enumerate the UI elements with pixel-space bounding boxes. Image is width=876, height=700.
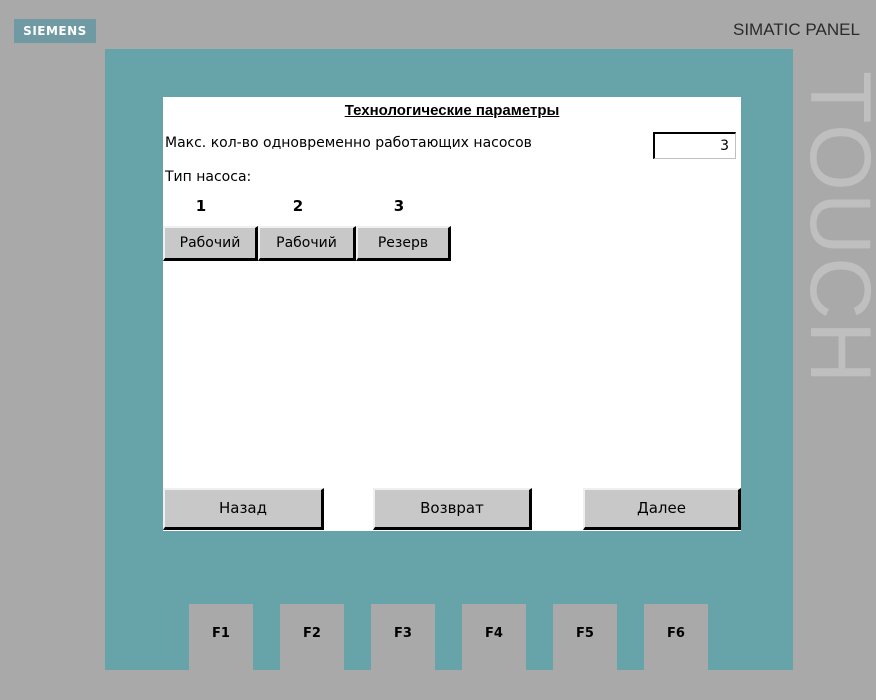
f1-key[interactable]: F1 [189, 604, 253, 670]
max-pumps-input[interactable]: 3 [653, 132, 736, 159]
return-button[interactable]: Возврат [373, 488, 532, 530]
page-title: Технологические параметры [344, 102, 560, 119]
pump-1-mode-button[interactable]: Рабочий [163, 226, 258, 261]
back-button[interactable]: Назад [163, 488, 324, 530]
next-button[interactable]: Далее [583, 488, 741, 530]
touch-label: TOUCH [801, 71, 876, 381]
pump-type-label: Тип насоса: [165, 169, 252, 185]
f4-key[interactable]: F4 [462, 604, 526, 670]
f6-key[interactable]: F6 [644, 604, 708, 670]
pump-1-number: 1 [195, 197, 207, 215]
pump-2-number: 2 [292, 197, 304, 215]
f3-key[interactable]: F3 [371, 604, 435, 670]
f2-key[interactable]: F2 [280, 604, 344, 670]
hmi-screen: Технологические параметры Макс. кол-во о… [163, 97, 741, 531]
pump-2-mode-button[interactable]: Рабочий [258, 226, 356, 261]
model-label: SIMATIC PANEL [733, 20, 860, 39]
f5-key[interactable]: F5 [553, 604, 617, 670]
touch-strip: TOUCH [793, 49, 876, 670]
siemens-logo: SIEMENS [14, 19, 96, 43]
pump-3-mode-button[interactable]: Резерв [356, 226, 451, 261]
max-pumps-label: Макс. кол-во одновременно работающих нас… [165, 135, 532, 151]
pump-3-number: 3 [393, 197, 405, 215]
